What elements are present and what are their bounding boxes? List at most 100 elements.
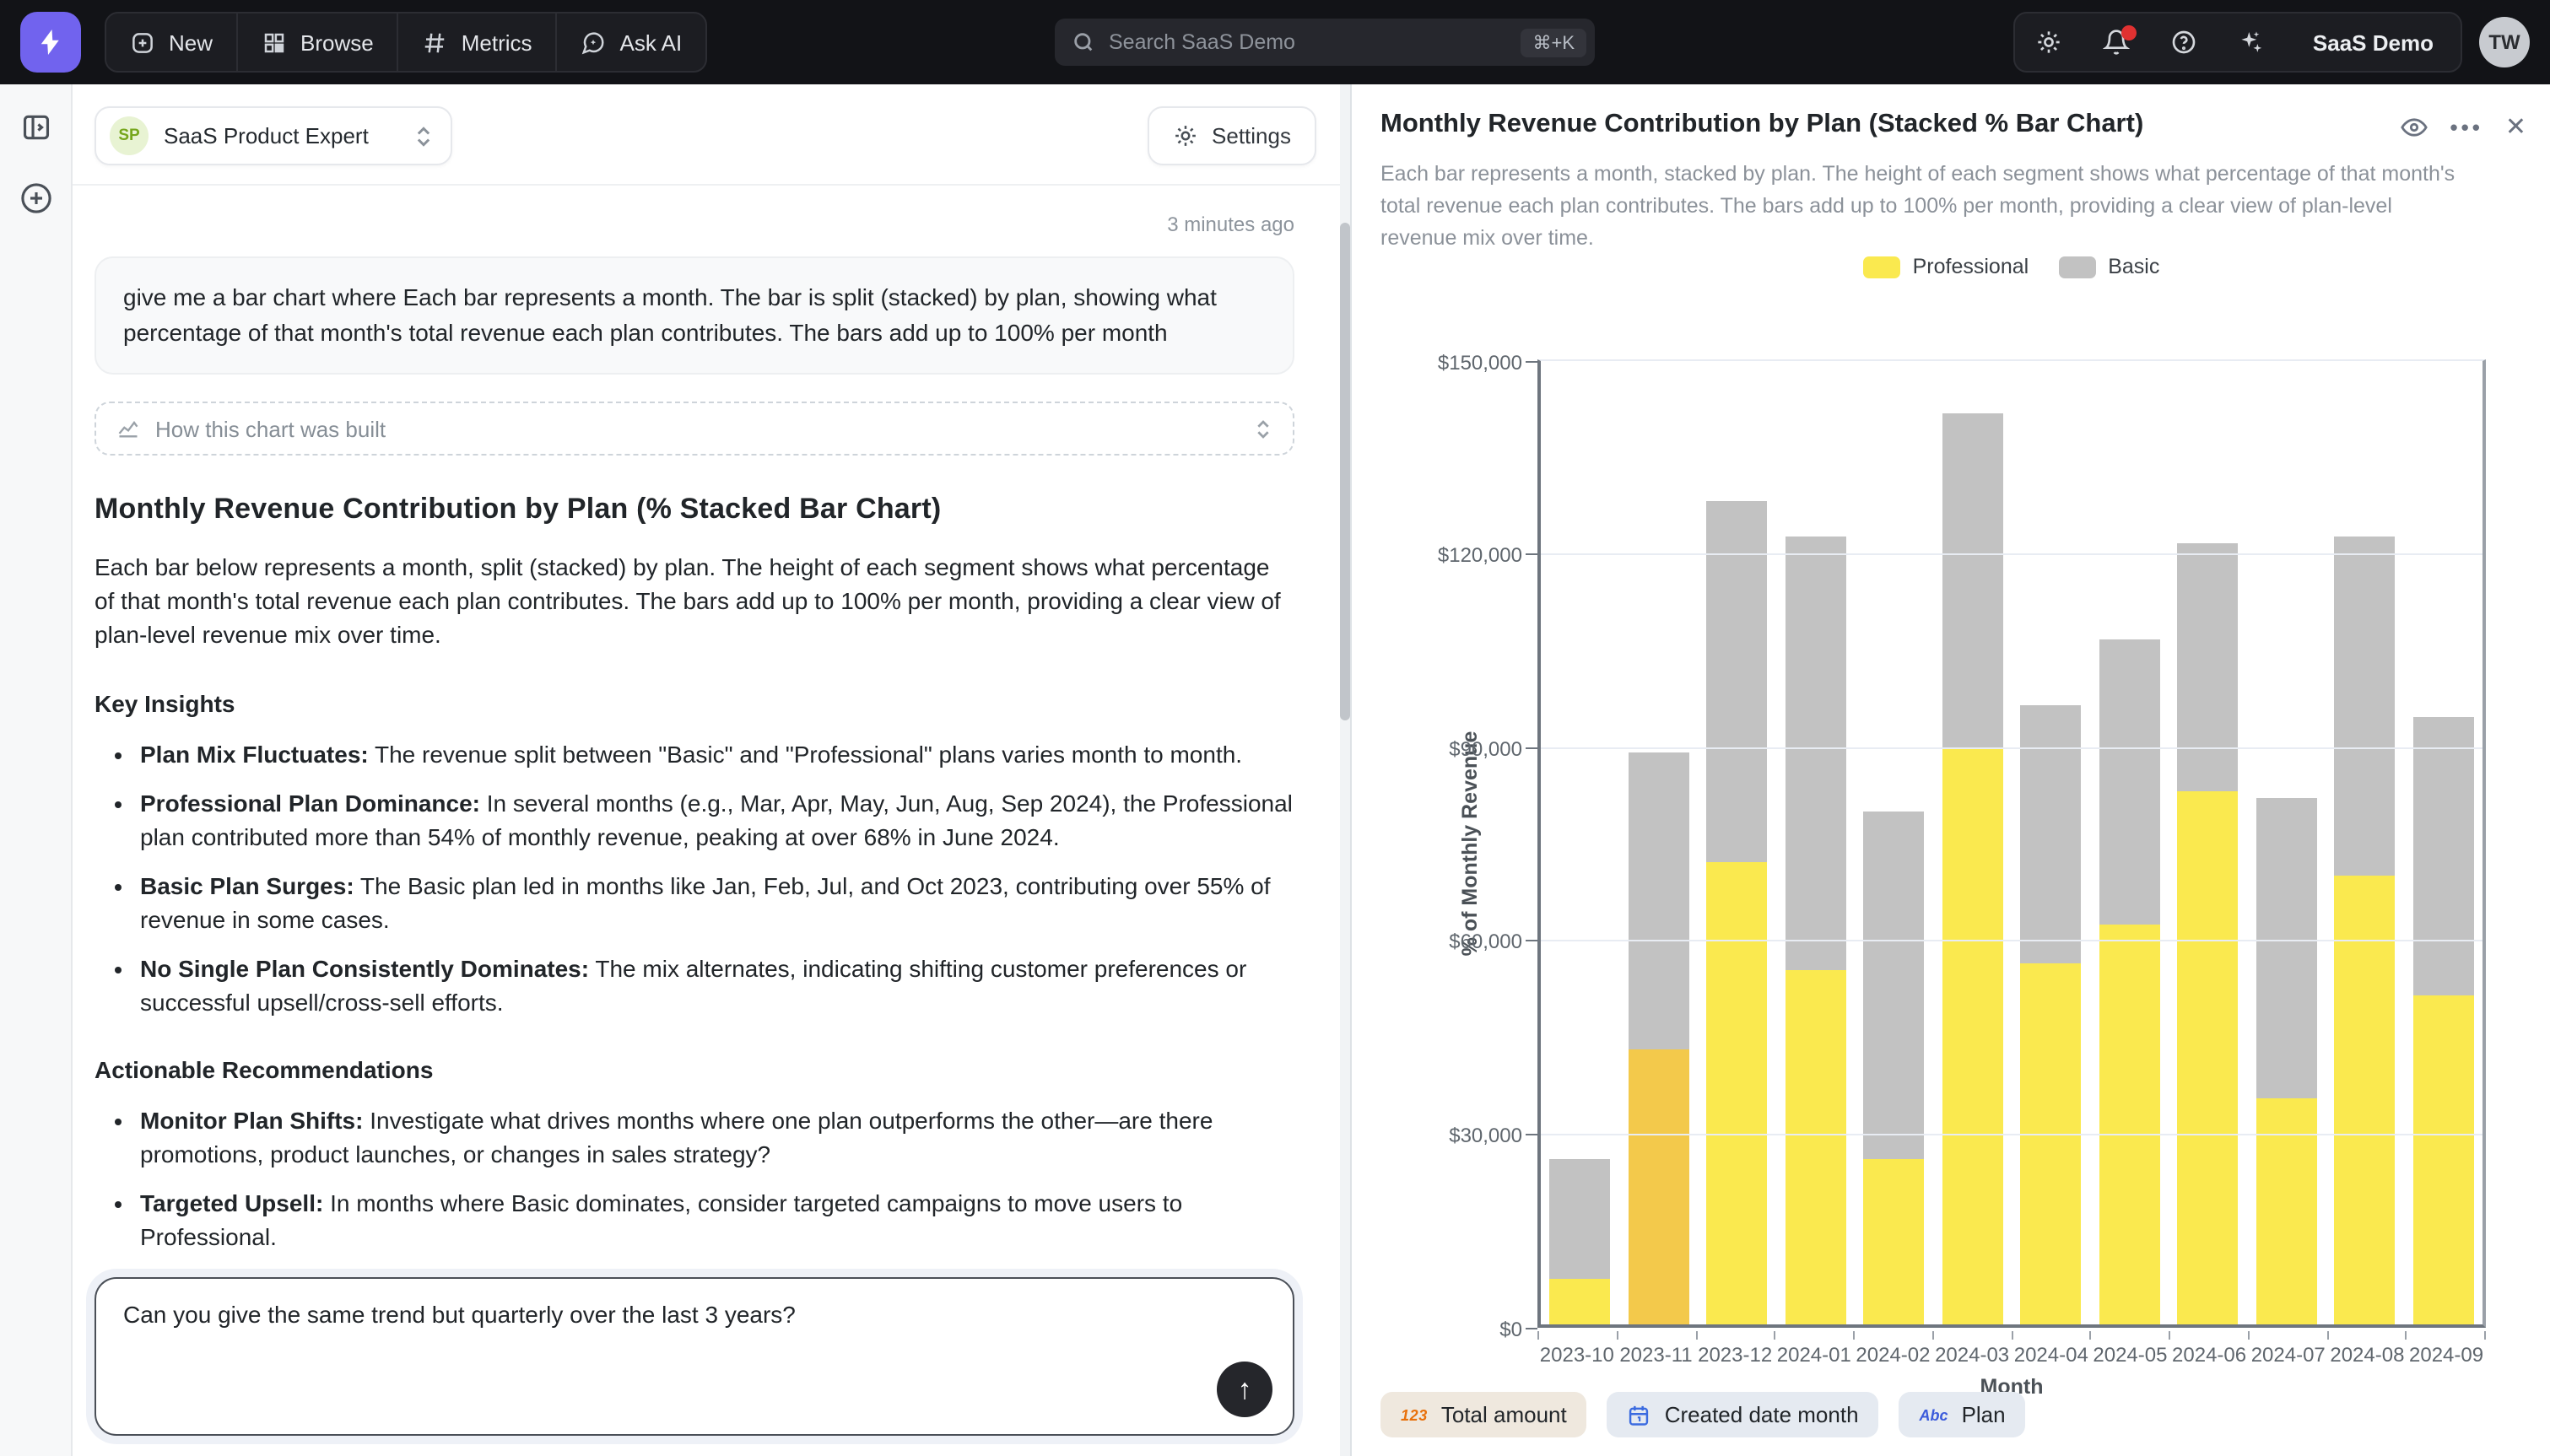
chart-panel-description: Each bar represents a month, stacked by …: [1380, 159, 2474, 254]
stacked-bar-2024-04[interactable]: [2020, 704, 2082, 1324]
segment-basic[interactable]: [1706, 501, 1768, 863]
stacked-bar-2024-08[interactable]: [2334, 537, 2396, 1324]
nav-item-metrics[interactable]: Metrics: [399, 13, 558, 71]
segment-professional[interactable]: [2256, 1098, 2317, 1324]
sparkles-icon[interactable]: [2218, 13, 2286, 71]
segment-basic[interactable]: [2412, 718, 2474, 995]
y-axis-label: $150,000: [1438, 351, 1541, 375]
stacked-bar-2024-09[interactable]: [2412, 718, 2474, 1324]
stacked-bar-2024-06[interactable]: [2177, 543, 2239, 1324]
segment-basic[interactable]: [1628, 753, 1689, 1050]
legend-swatch: [1864, 256, 1901, 278]
bar-slot-2024-09: [2404, 361, 2482, 1324]
x-axis-tick: [1855, 1331, 1934, 1340]
field-tag-label: Total amount: [1441, 1402, 1567, 1427]
new-thread-plus-icon[interactable]: [18, 181, 53, 216]
segment-basic[interactable]: [1549, 1160, 1611, 1280]
how-chart-built-label: How this chart was built: [155, 416, 386, 441]
user-message: give me a bar chart where Each bar repre…: [95, 256, 1294, 375]
response-bullet: Targeted Upsell: In months where Basic d…: [140, 1186, 1294, 1254]
close-icon[interactable]: ✕: [2505, 111, 2526, 142]
stacked-bar-2023-11[interactable]: [1628, 753, 1689, 1324]
field-tag-total-amount[interactable]: 123 Total amount: [1380, 1392, 1587, 1437]
top-navbar: New Browse MetricsAsk AI ⌘+K: [0, 0, 2550, 84]
settings-gear-icon[interactable]: [2016, 13, 2083, 71]
stacked-bar-2024-03[interactable]: [1942, 414, 2003, 1324]
bar-slot-2023-10: [1541, 361, 1619, 1324]
more-options-icon[interactable]: •••: [2450, 114, 2483, 139]
segment-basic[interactable]: [2099, 640, 2160, 925]
field-tags: 123 Total amount Created date month AbcPlan: [1380, 1392, 2026, 1437]
stacked-bar-2024-05[interactable]: [2099, 640, 2160, 1324]
nav-item-new[interactable]: New: [106, 13, 238, 71]
x-axis-tick: [1776, 1331, 1856, 1340]
numeric-123-icon: 123: [1401, 1406, 1428, 1423]
segment-professional[interactable]: [2020, 963, 2082, 1324]
segment-professional[interactable]: [2412, 995, 2474, 1324]
stacked-bar-2023-10[interactable]: [1549, 1160, 1611, 1324]
segment-basic[interactable]: [2256, 798, 2317, 1098]
assistant-response: Monthly Revenue Contribution by Plan (% …: [95, 493, 1294, 1257]
x-axis-tick: [2250, 1331, 2329, 1340]
segment-professional[interactable]: [1706, 863, 1768, 1324]
segment-professional[interactable]: [1785, 969, 1846, 1324]
hash-icon: [423, 30, 448, 55]
gridline: [1541, 747, 2482, 748]
nav-item-label: Browse: [300, 30, 374, 55]
x-axis-tick: [2407, 1331, 2487, 1340]
agent-avatar: SP: [110, 116, 149, 155]
segment-basic[interactable]: [1785, 537, 1846, 969]
nav-item-browse[interactable]: Browse: [238, 13, 399, 71]
field-tag-plan[interactable]: AbcPlan: [1899, 1392, 2026, 1437]
help-icon[interactable]: [2151, 13, 2218, 71]
x-axis-label: 2023-12: [1695, 1343, 1775, 1367]
x-axis-label: 2024-07: [2249, 1343, 2328, 1367]
send-button[interactable]: ↑: [1217, 1362, 1272, 1417]
segment-basic[interactable]: [1863, 812, 1925, 1160]
bar-slot-2024-01: [1776, 361, 1855, 1324]
response-bullet: No Single Plan Consistently Dominates: T…: [140, 951, 1294, 1018]
chat-input[interactable]: Can you give the same trend but quarterl…: [123, 1299, 1175, 1417]
nav-item-ask-ai[interactable]: Ask AI: [558, 13, 706, 71]
legend-item-basic[interactable]: Basic: [2059, 255, 2159, 278]
notifications-bell-icon[interactable]: [2083, 13, 2151, 71]
legend-item-professional[interactable]: Professional: [1864, 255, 2029, 278]
segment-professional[interactable]: [1628, 1050, 1689, 1324]
nav-group: New Browse MetricsAsk AI: [105, 12, 707, 73]
segment-professional[interactable]: [2099, 925, 2160, 1325]
how-chart-built-toggle[interactable]: How this chart was built: [95, 402, 1294, 456]
stacked-bar-2024-01[interactable]: [1785, 537, 1846, 1324]
stacked-bar-2023-12[interactable]: [1706, 501, 1768, 1324]
stacked-bar-2024-07[interactable]: [2256, 798, 2317, 1324]
global-search[interactable]: ⌘+K: [1055, 19, 1595, 66]
legend-label: Basic: [2108, 255, 2159, 278]
segment-basic[interactable]: [2177, 543, 2239, 792]
segment-professional[interactable]: [2177, 792, 2239, 1324]
eye-icon[interactable]: [2400, 112, 2428, 141]
x-axis-ticks: [1537, 1331, 2486, 1340]
segment-basic[interactable]: [2334, 537, 2396, 876]
segment-professional[interactable]: [2334, 876, 2396, 1324]
segment-professional[interactable]: [1942, 747, 2003, 1324]
x-axis-label: 2023-10: [1537, 1343, 1617, 1367]
chart-legend: Professional Basic: [1537, 255, 2486, 278]
search-input[interactable]: [1109, 30, 1521, 54]
x-axis-label: 2024-09: [2407, 1343, 2486, 1367]
gridline: [1541, 941, 2482, 942]
agent-settings-button[interactable]: Settings: [1148, 106, 1316, 165]
lightning-logo-icon[interactable]: [20, 12, 81, 73]
agent-selector[interactable]: SP SaaS Product Expert: [95, 106, 453, 165]
toggle-sidebar-icon[interactable]: [19, 111, 51, 143]
segment-professional[interactable]: [1549, 1279, 1611, 1324]
project-switcher[interactable]: SaaS Demo: [2286, 13, 2461, 71]
segment-professional[interactable]: [1863, 1160, 1925, 1324]
user-avatar[interactable]: TW: [2479, 17, 2530, 67]
field-tag-created-date-month[interactable]: Created date month: [1607, 1392, 1879, 1437]
segment-basic[interactable]: [1942, 414, 2003, 747]
chat-scrollbar-thumb[interactable]: [1340, 223, 1350, 720]
stacked-bar-2024-02[interactable]: [1863, 812, 1925, 1324]
chat-input-box[interactable]: Can you give the same trend but quarterl…: [95, 1277, 1294, 1436]
search-icon: [1072, 30, 1095, 54]
y-axis-title: % of Monthly Revenue: [1458, 359, 1482, 1328]
segment-basic[interactable]: [2020, 704, 2082, 963]
